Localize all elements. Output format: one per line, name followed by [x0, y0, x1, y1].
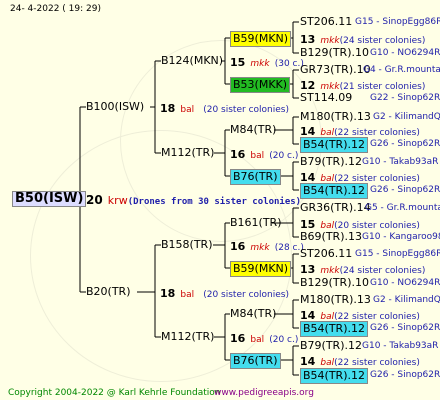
- mating-race: mkk: [250, 59, 270, 69]
- queen-g3[interactable]: M84(TR): [230, 123, 276, 137]
- queen-g4[interactable]: B129(TR).10: [300, 46, 369, 60]
- mating-number: 16: [230, 332, 246, 345]
- queen-g4[interactable]: B129(TR).10: [300, 276, 369, 290]
- mating-g2: 16 mkk (28 c.): [230, 238, 304, 255]
- queen-g4[interactable]: B54(TR).12: [300, 321, 368, 337]
- queen-g4-info: G26 - Sinop62R: [370, 323, 440, 333]
- queen-g2[interactable]: M112(TR): [161, 330, 214, 344]
- mating-number: 13: [300, 33, 316, 46]
- queen-g4-info: G26 - Sinop62R: [370, 139, 440, 149]
- queen-g4-info: G15 - SinopEgg86R: [355, 249, 440, 259]
- mating-race: mkk: [250, 243, 270, 253]
- queen-g4[interactable]: B54(TR).12: [300, 368, 368, 384]
- mating-number: 13: [300, 263, 316, 276]
- mating-desc: (22 sister colonies): [334, 358, 420, 368]
- queen-g4-info: G10 - Takab93aR: [362, 341, 439, 351]
- queen-g4-info: G10 - NO6294R: [370, 48, 440, 58]
- mating-desc: (20 c.): [269, 335, 299, 345]
- queen-g4-info: G26 - Sinop62R: [370, 370, 440, 380]
- queen-g3[interactable]: B59(MKN): [230, 31, 292, 47]
- queen-g4-info: G26 - Sinop62R: [370, 185, 440, 195]
- queen-g4[interactable]: B79(TR).12: [300, 155, 362, 169]
- queen-g4-info: G2 - KilimandQ: [373, 295, 440, 305]
- queen-g4[interactable]: B69(TR).13: [300, 230, 362, 244]
- queen-g4[interactable]: ST114.09: [300, 91, 352, 105]
- mating-desc: (20 c.): [269, 151, 299, 161]
- mating-number: 16: [230, 240, 246, 253]
- queen-g2[interactable]: B158(TR): [161, 238, 213, 252]
- queen-g3[interactable]: M84(TR): [230, 307, 276, 321]
- queen-g4[interactable]: ST206.11: [300, 247, 352, 261]
- mating-race: bal: [180, 290, 195, 300]
- mating-number: 18: [160, 287, 176, 300]
- mating-g2: 15 mkk (30 c.): [230, 54, 304, 71]
- mating-g1: 18 bal (20 sister colonies): [160, 100, 289, 117]
- mating-race: bal: [250, 335, 265, 345]
- queen-g4-info: G10 - NO6294R: [370, 278, 440, 288]
- queen-g4[interactable]: M180(TR).13: [300, 293, 371, 307]
- queen-g3[interactable]: B76(TR): [230, 353, 281, 369]
- queen-g4[interactable]: M180(TR).13: [300, 110, 371, 124]
- mating-number: 18: [160, 102, 176, 115]
- pedigree-chart: 24- 4-2022 ( 19: 29) B50(ISW) 20 krw(Dro…: [0, 0, 440, 400]
- root-mating: 20 krw(Drones from 30 sister colonies): [86, 192, 301, 209]
- mating-number: 15: [230, 56, 246, 69]
- queen-g4[interactable]: GR73(TR).10: [300, 63, 371, 77]
- mating-desc: (20 sister colonies): [203, 105, 289, 115]
- mating-race: mkk: [320, 266, 340, 276]
- queen-g4-info: G2 - KilimandQ: [373, 112, 440, 122]
- queen-g4-info: G4 - Gr.R.mounta: [363, 65, 440, 75]
- print-date: 24- 4-2022 ( 19: 29): [10, 4, 101, 14]
- queen-g4[interactable]: B54(TR).12: [300, 137, 368, 153]
- mating-g1: 18 bal (20 sister colonies): [160, 285, 289, 302]
- root-queen[interactable]: B50(ISW): [12, 191, 87, 207]
- queen-g4[interactable]: B79(TR).12: [300, 339, 362, 353]
- queen-g4-info: G10 - Takab93aR: [362, 157, 439, 167]
- queen-g4[interactable]: ST206.11: [300, 15, 352, 29]
- mating-g2: 16 bal (20 c.): [230, 146, 298, 163]
- queen-g1[interactable]: B100(ISW): [86, 100, 144, 114]
- mating-race: mkk: [320, 36, 340, 46]
- queen-g2[interactable]: M112(TR): [161, 146, 214, 160]
- queen-g1[interactable]: B20(TR): [86, 285, 131, 299]
- queen-g3[interactable]: B76(TR): [230, 169, 281, 185]
- site-link[interactable]: www.pedigreeapis.org: [214, 386, 314, 400]
- mating-number: 16: [230, 148, 246, 161]
- mating-race: krw: [107, 194, 128, 207]
- queen-g4-info: G22 - Sinop62R: [370, 93, 440, 103]
- queen-g4-info: G10 - Kangaroo98R: [362, 232, 440, 242]
- queen-g4[interactable]: B54(TR).12: [300, 183, 368, 199]
- queen-g2[interactable]: B124(MKN): [161, 54, 223, 68]
- mating-desc: (24 sister colonies): [339, 36, 426, 46]
- mating-desc: (24 sister colonies): [339, 266, 426, 276]
- copyright-text: Copyright 2004-2022 @ Karl Kehrle Founda…: [8, 388, 221, 398]
- mating-g2: 16 bal (20 c.): [230, 330, 298, 347]
- queen-g4-info: G15 - SinopEgg86R: [355, 17, 440, 27]
- mating-number: 14: [300, 355, 316, 368]
- queen-g3[interactable]: B161(TR): [230, 216, 282, 230]
- mating-race: bal: [250, 151, 265, 161]
- mating-race: bal: [320, 358, 335, 368]
- queen-g3[interactable]: B59(MKN): [230, 261, 292, 277]
- queen-g3[interactable]: B53(MKK): [230, 77, 291, 93]
- mating-race: bal: [180, 105, 195, 115]
- mating-desc: (Drones from 30 sister colonies): [127, 197, 302, 207]
- mating-desc: (20 sister colonies): [203, 290, 289, 300]
- queen-g4-info: G5 - Gr.R.mounta: [365, 203, 440, 213]
- mating-number: 20: [86, 193, 103, 207]
- queen-g4[interactable]: GR36(TR).14: [300, 201, 371, 215]
